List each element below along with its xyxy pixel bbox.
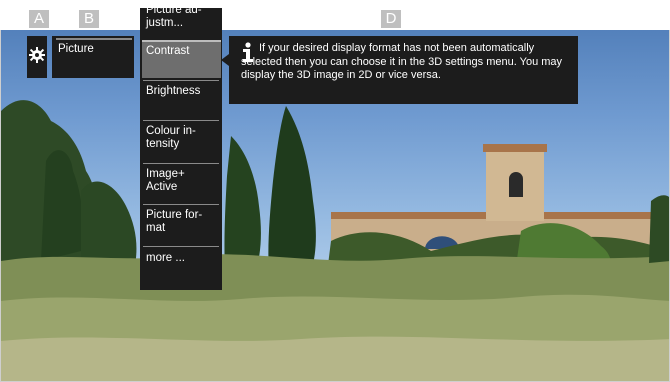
menu-divider [143, 163, 219, 164]
menu-item-picture-format[interactable]: Picture for- mat [146, 209, 220, 235]
category-label: Picture [58, 43, 94, 55]
gear-icon [29, 47, 45, 63]
marker-b: B [79, 10, 99, 28]
menu-divider [143, 204, 219, 205]
tv-screen: A B C D Picture Picture ad- justm... [0, 0, 670, 382]
info-panel: If your desired display format has not b… [229, 36, 578, 104]
info-text: If your desired display format has not b… [241, 42, 563, 81]
menu-category-picture[interactable]: Picture [52, 36, 134, 78]
menu-divider [143, 120, 219, 121]
menu-divider [143, 80, 219, 81]
menu-item-contrast[interactable]: Contrast [146, 45, 220, 58]
menu-item-more[interactable]: more ... [146, 252, 220, 265]
marker-d: D [381, 10, 401, 28]
info-pointer [221, 54, 229, 66]
menu-item-colour-intensity[interactable]: Colour in- tensity [146, 125, 220, 151]
menu-item-image-active[interactable]: Image+ Active [146, 168, 220, 194]
marker-a: A [29, 10, 49, 28]
menu-item-brightness[interactable]: Brightness [146, 85, 220, 98]
marker-strip: A B C D [0, 0, 670, 30]
menu-divider [143, 246, 219, 247]
menu-item-picture-adjustment[interactable]: Picture ad- justm... [146, 4, 220, 30]
settings-menu-button[interactable] [27, 36, 47, 78]
picture-submenu: Picture ad- justm... Contrast Brightness… [140, 4, 222, 290]
